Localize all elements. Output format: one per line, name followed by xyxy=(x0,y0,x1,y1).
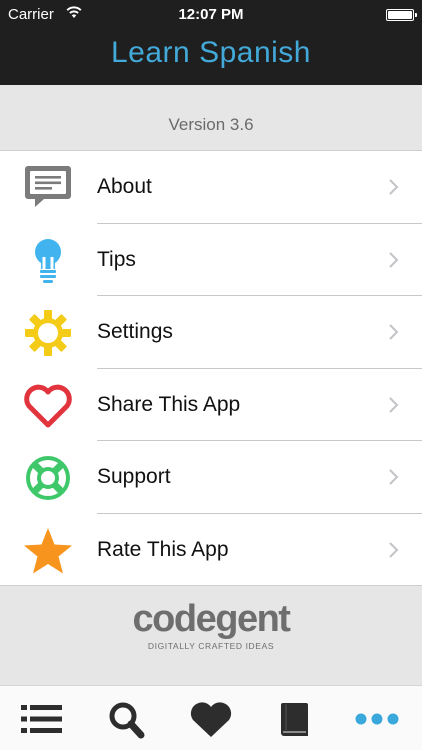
lifebuoy-icon xyxy=(26,456,70,500)
menu-item-label: Share This App xyxy=(97,392,241,416)
menu-item-label: About xyxy=(97,175,152,198)
footer-tagline: DIGITALLY CRAFTED IDEAS xyxy=(147,641,275,651)
menu-item-settings[interactable]: Settings xyxy=(0,296,422,369)
menu-item-tips[interactable]: Tips xyxy=(0,224,422,296)
heart-icon[interactable] xyxy=(186,699,236,739)
menu-item-label: Support xyxy=(97,465,171,488)
heart-outline-icon xyxy=(24,384,72,427)
speech-bubble-icon xyxy=(25,166,71,207)
version-label: Version 3.6 xyxy=(168,115,254,134)
menu-item-label: Settings xyxy=(97,320,173,343)
menu-item-support[interactable]: Support xyxy=(0,441,422,514)
menu-item-rate[interactable]: Rate This App xyxy=(0,514,422,587)
book-icon[interactable] xyxy=(270,699,320,739)
chevron-right-icon xyxy=(389,179,399,195)
battery-icon xyxy=(386,9,417,21)
gear-icon xyxy=(25,310,71,356)
codegent-logo: codegent xyxy=(132,598,291,640)
chevron-right-icon xyxy=(389,541,399,558)
list-icon[interactable] xyxy=(18,699,68,739)
footer: codegent DIGITALLY CRAFTED IDEAS xyxy=(0,585,422,685)
menu-item-share[interactable]: Share This App xyxy=(0,369,422,441)
lightbulb-icon xyxy=(35,238,61,283)
menu-list: About Tips Settings Share This App Suppo… xyxy=(0,151,422,585)
status-time: 12:07 PM xyxy=(178,6,244,23)
status-bar: Carrier 12:07 PM xyxy=(0,0,422,30)
nav-bar: Learn Spanish xyxy=(0,30,422,85)
chevron-right-icon xyxy=(389,324,399,340)
chevron-right-icon xyxy=(389,251,399,268)
tab-bar xyxy=(0,685,422,750)
page-title: Learn Spanish xyxy=(111,36,311,69)
more-icon[interactable] xyxy=(352,699,402,739)
search-icon[interactable] xyxy=(102,699,152,739)
menu-item-about[interactable]: About xyxy=(0,151,422,224)
star-icon xyxy=(24,527,72,573)
chevron-right-icon xyxy=(389,469,399,485)
chevron-right-icon xyxy=(389,396,399,413)
menu-item-label: Rate This App xyxy=(97,537,229,561)
menu-item-label: Tips xyxy=(97,247,136,271)
version-header: Version 3.6 xyxy=(0,85,422,151)
